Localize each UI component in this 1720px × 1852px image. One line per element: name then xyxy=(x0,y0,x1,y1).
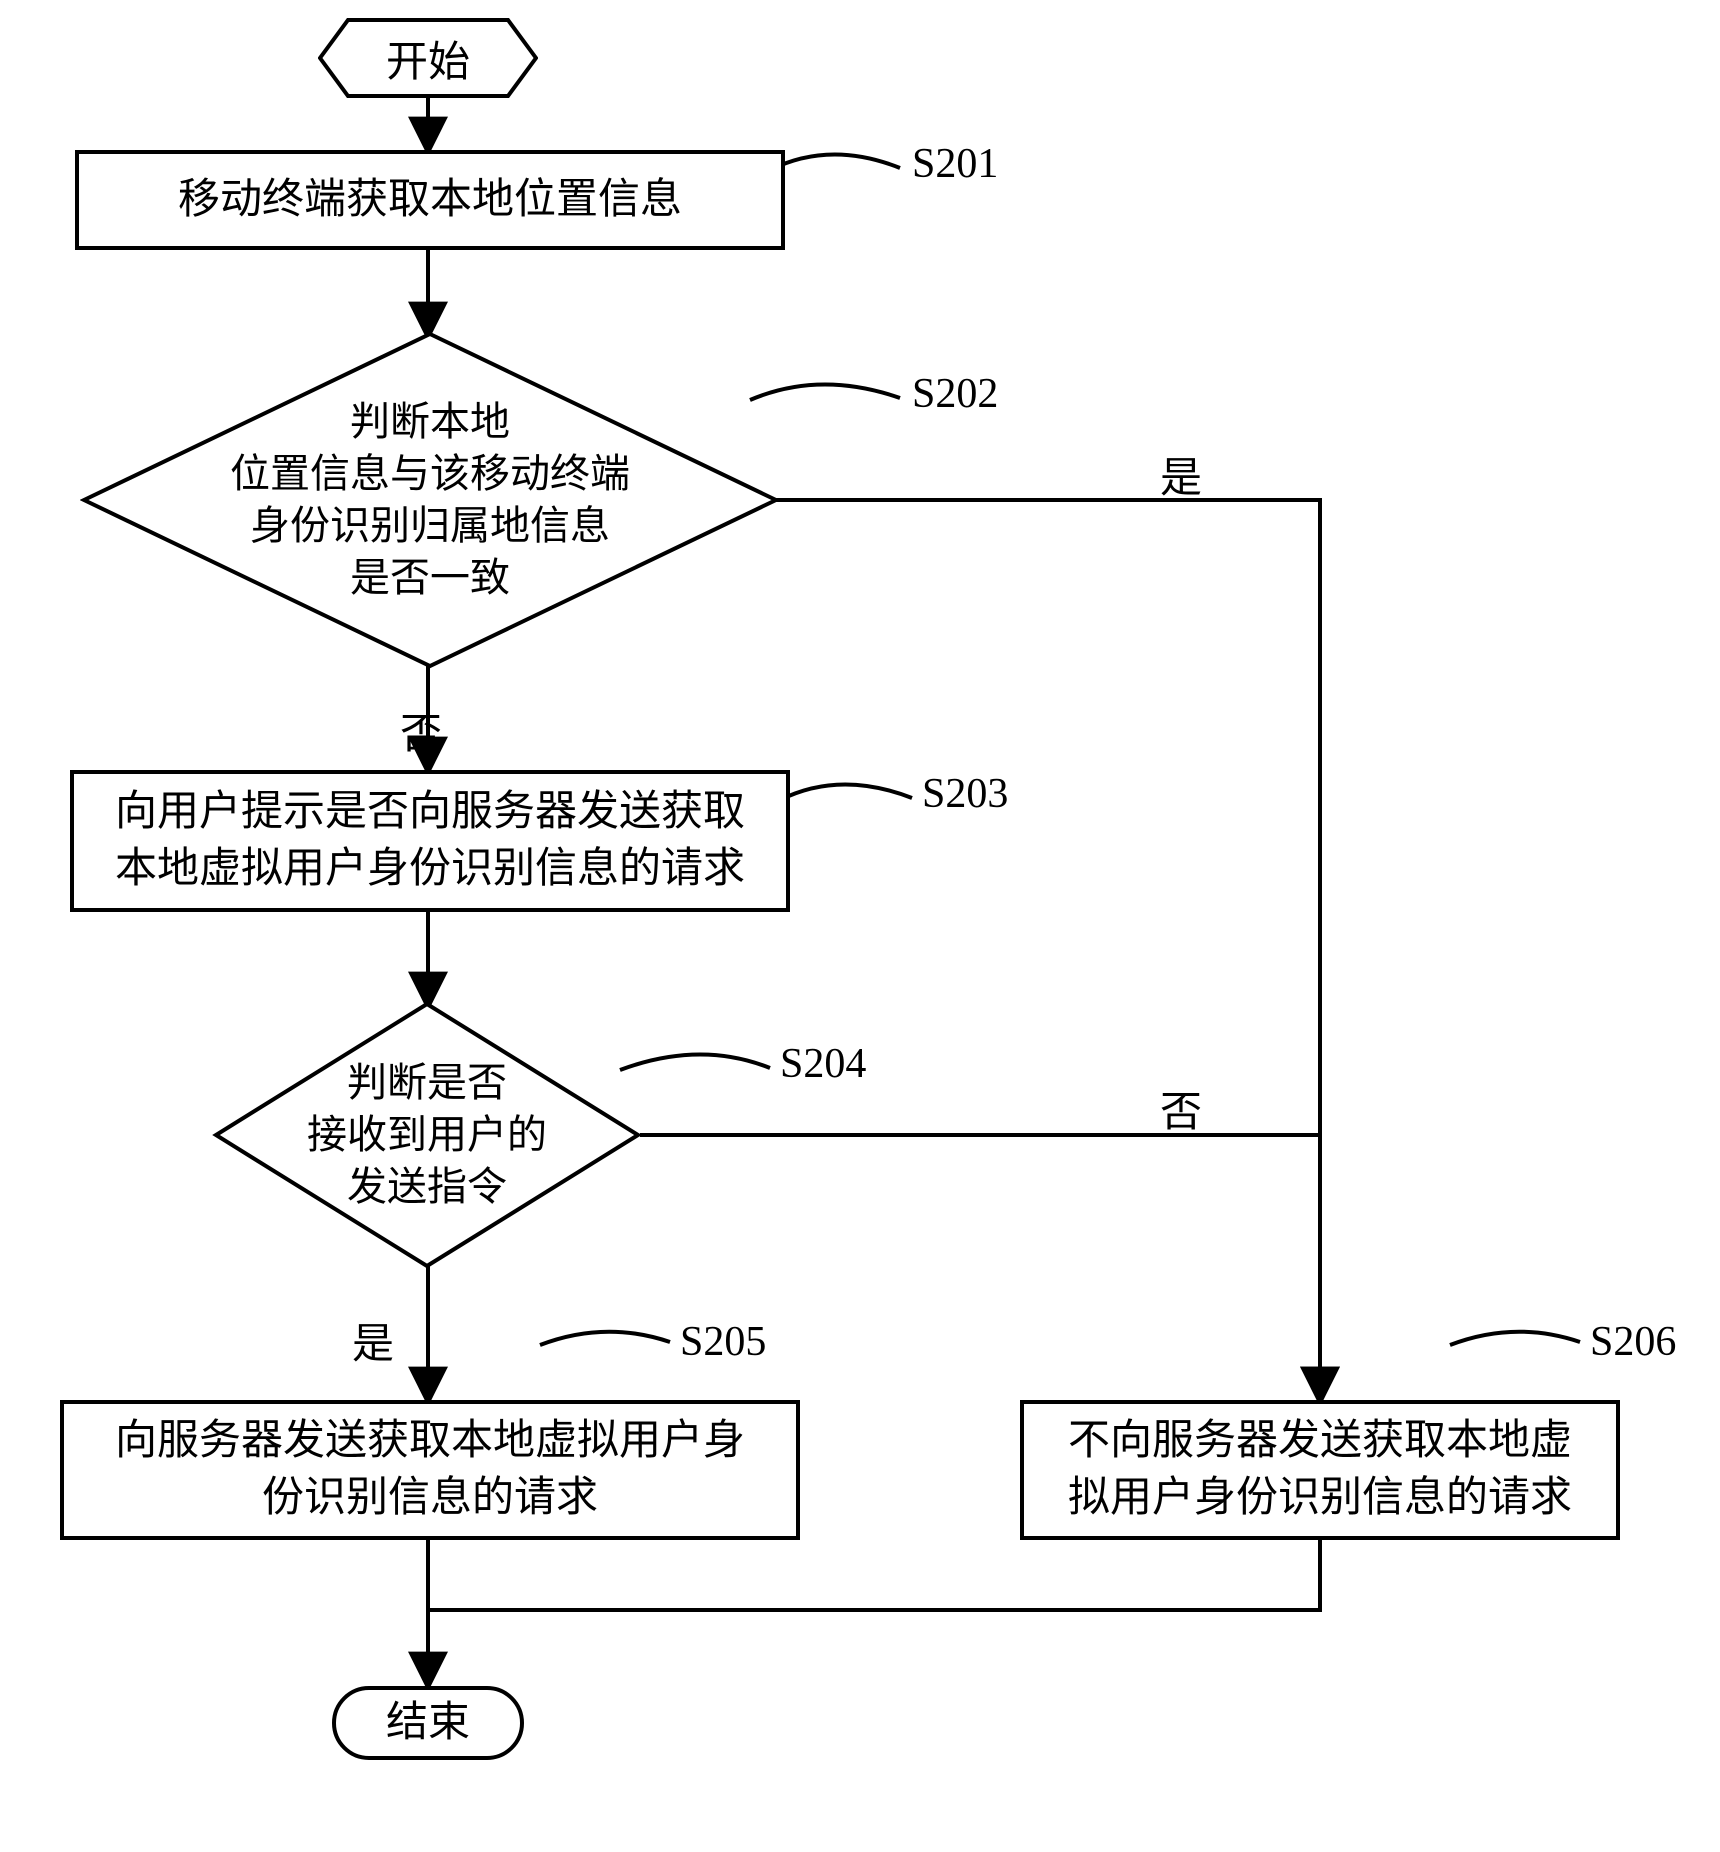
step-s201: 移动终端获取本地位置信息 xyxy=(75,150,785,250)
step-s206-line2: 拟用户身份识别信息的请求 xyxy=(1068,1470,1572,1527)
step-s205-line2: 份识别信息的请求 xyxy=(262,1470,598,1527)
tag-s203: S203 xyxy=(922,770,1008,818)
decision-s202-text: 判断本地 位置信息与该移动终端 身份识别归属地信息 是否一致 xyxy=(80,330,780,670)
tag-s206: S206 xyxy=(1590,1318,1676,1366)
edge-s202-no: 否 xyxy=(400,700,442,761)
step-s206-line1: 不向服务器发送获取本地虚 xyxy=(1068,1413,1572,1470)
tag-s201: S201 xyxy=(912,140,998,188)
end-node: 结束 xyxy=(332,1686,524,1760)
step-s203-line2: 本地虚拟用户身份识别信息的请求 xyxy=(115,841,745,898)
tag-s204: S204 xyxy=(780,1040,866,1088)
edge-s204-no: 否 xyxy=(1160,1078,1202,1139)
flowchart-canvas: 开始 移动终端获取本地位置信息 S201 判断本地 位置信息与该移动终端 身份识… xyxy=(0,0,1720,1852)
step-s201-text: 移动终端获取本地位置信息 xyxy=(178,172,682,229)
step-s205-line1: 向服务器发送获取本地虚拟用户身 xyxy=(115,1413,745,1470)
decision-s204-text: 判断是否 接收到用户的 发送指令 xyxy=(212,1000,642,1270)
flow-edges xyxy=(0,0,1720,1852)
step-s206: 不向服务器发送获取本地虚 拟用户身份识别信息的请求 xyxy=(1020,1400,1620,1540)
decision-s202: 判断本地 位置信息与该移动终端 身份识别归属地信息 是否一致 xyxy=(80,330,780,670)
edge-s204-yes: 是 xyxy=(352,1310,394,1371)
end-label: 结束 xyxy=(386,1695,470,1752)
step-s205: 向服务器发送获取本地虚拟用户身 份识别信息的请求 xyxy=(60,1400,800,1540)
tag-s202: S202 xyxy=(912,370,998,418)
edge-s202-yes: 是 xyxy=(1160,444,1202,505)
step-s203: 向用户提示是否向服务器发送获取 本地虚拟用户身份识别信息的请求 xyxy=(70,770,790,912)
tag-s205: S205 xyxy=(680,1318,766,1366)
start-node: 开始 xyxy=(318,18,538,98)
start-label: 开始 xyxy=(318,18,538,98)
step-s203-line1: 向用户提示是否向服务器发送获取 xyxy=(115,784,745,841)
decision-s204: 判断是否 接收到用户的 发送指令 xyxy=(212,1000,642,1270)
